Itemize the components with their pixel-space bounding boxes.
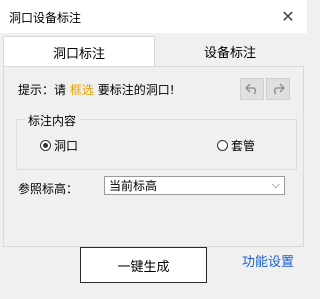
reference-elevation-label: 参照标高： [18,182,79,196]
tab-label: 洞口标注 [52,46,105,62]
hint-highlight: 框选 [69,83,94,97]
undo-arrow-icon [245,83,256,95]
close-icon: ✕ [281,6,295,26]
reference-elevation-select[interactable]: 当前标高 ⌵ [104,176,285,195]
hint-prefix: 提示：请 [18,83,67,97]
tab-opening-annotation[interactable]: 洞口标注 [3,36,155,67]
radio-checked-icon [40,140,51,151]
chevron-down-icon: ⌵ [271,178,280,191]
group-label: 标注内容 [25,112,80,129]
title-bar: 洞口设备标注 ✕ [0,0,307,33]
tab-label: 设备标注 [203,45,256,61]
window-title: 洞口设备标注 [9,11,82,25]
function-settings-link[interactable]: 功能设置 [242,251,294,270]
radio-opening[interactable]: 洞口 [40,137,78,154]
redo-arrow-icon [274,83,285,95]
annotation-content-group: 标注内容 洞口 套管 [16,112,297,170]
hint-suffix: 要标注的洞口! [97,83,175,97]
opening-annotation-panel: 提示：请 框选 要标注的洞口! 标注内容 洞口 套管 参照标高： 当前标高 ⌵ [3,66,304,247]
undo-button[interactable] [240,78,264,100]
radio-label: 套管 [231,139,256,153]
radio-label: 洞口 [54,139,79,153]
tab-equipment-annotation[interactable]: 设备标注 [155,36,305,66]
hint-text: 提示：请 框选 要标注的洞口! [18,81,175,98]
radio-sleeve[interactable]: 套管 [217,137,255,154]
close-button[interactable]: ✕ [275,4,301,28]
select-value: 当前标高 [109,179,158,193]
generate-button[interactable]: 一键生成 [80,247,207,283]
generate-label: 一键生成 [117,259,170,275]
redo-button[interactable] [266,78,290,100]
radio-unchecked-icon [217,140,228,151]
tab-bar: 洞口标注 设备标注 [0,33,307,67]
